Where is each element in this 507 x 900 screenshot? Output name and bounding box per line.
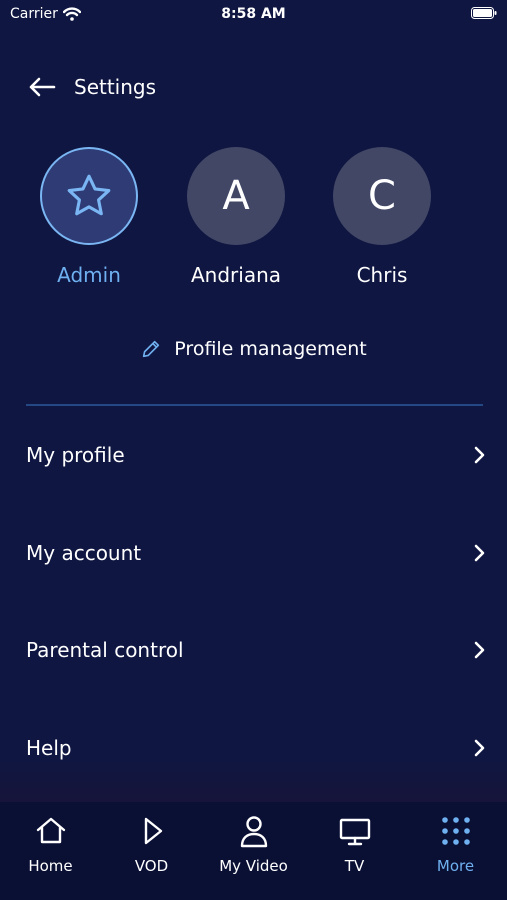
chevron-right-icon xyxy=(474,544,485,562)
profile-name: Chris xyxy=(356,263,408,287)
back-button[interactable] xyxy=(26,71,58,103)
tab-more[interactable]: More xyxy=(405,802,506,900)
tab-label: More xyxy=(436,857,475,875)
tab-home[interactable]: Home xyxy=(0,802,101,900)
grid-icon xyxy=(441,817,470,845)
tab-label: TV xyxy=(344,857,365,875)
tv-icon xyxy=(339,818,370,846)
arrow-left-icon xyxy=(29,77,56,97)
avatar: A xyxy=(187,147,285,245)
menu-item-label: Help xyxy=(26,736,72,760)
tab-tv[interactable]: TV xyxy=(304,802,405,900)
tab-my-video[interactable]: My Video xyxy=(203,802,304,900)
profile-name: Admin xyxy=(57,263,121,287)
menu-item-label: My account xyxy=(26,541,142,565)
tab-vod[interactable]: VOD xyxy=(101,802,202,900)
menu-item-my-account[interactable]: My account xyxy=(0,523,507,583)
user-icon xyxy=(240,816,267,848)
menu-item-parental-control[interactable]: Parental control xyxy=(0,620,507,680)
chevron-right-icon xyxy=(474,739,485,757)
status-bar: Carrier 8:58 AM xyxy=(0,0,507,28)
star-icon xyxy=(67,174,111,216)
menu-item-my-profile[interactable]: My profile xyxy=(0,425,507,485)
profile-andriana[interactable]: A Andriana xyxy=(176,147,296,287)
divider xyxy=(26,404,483,406)
pencil-icon xyxy=(143,340,160,358)
chevron-right-icon xyxy=(474,446,485,464)
tab-label: VOD xyxy=(134,857,169,875)
tab-label: Home xyxy=(28,857,73,875)
profile-management-button[interactable]: Profile management xyxy=(0,334,507,364)
play-icon xyxy=(144,817,162,845)
menu-item-label: Parental control xyxy=(26,638,184,662)
page-title: Settings xyxy=(74,75,157,99)
menu-item-label: My profile xyxy=(26,443,125,467)
avatar xyxy=(40,147,138,245)
chevron-right-icon xyxy=(474,641,485,659)
bottom-fade xyxy=(0,760,507,802)
profile-chris[interactable]: C Chris xyxy=(322,147,442,287)
profile-management-label: Profile management xyxy=(174,338,367,360)
profile-admin[interactable]: Admin xyxy=(29,147,149,287)
profile-name: Andriana xyxy=(190,263,282,287)
tab-label: My Video xyxy=(219,857,288,875)
header: Settings xyxy=(26,70,156,104)
battery-icon xyxy=(471,7,497,19)
avatar: C xyxy=(333,147,431,245)
profile-list: Admin A Andriana C Chris xyxy=(0,147,507,297)
tab-bar: Home VOD My Video TV More xyxy=(0,802,507,900)
status-time: 8:58 AM xyxy=(221,6,286,22)
home-icon xyxy=(36,817,65,844)
